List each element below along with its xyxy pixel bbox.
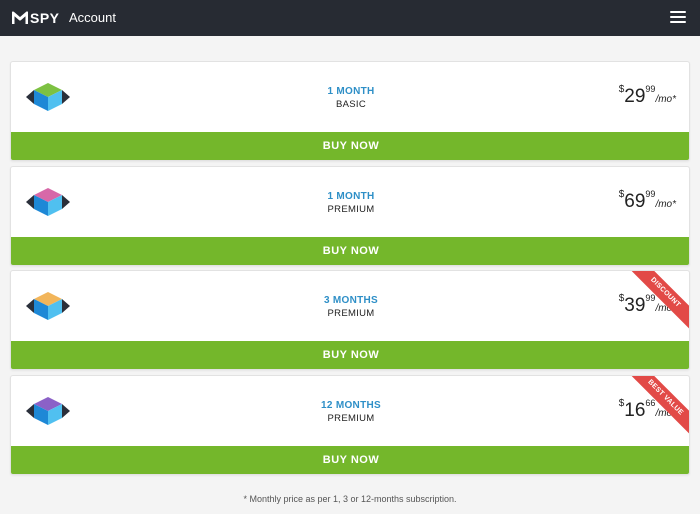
plan-tier: PREMIUM xyxy=(327,413,375,424)
plan-duration: 12 MONTHS xyxy=(321,400,381,411)
plan-duration: 1 MONTH xyxy=(327,191,375,202)
price-whole: 39 xyxy=(624,295,646,316)
buy-now-button[interactable]: BUY NOW xyxy=(11,132,689,160)
pricing-footnote: * Monthly price as per 1, 3 or 12-months… xyxy=(243,494,457,504)
price-period: /mo* xyxy=(655,94,676,105)
plan-duration: 3 MONTHS xyxy=(323,295,379,306)
plan-card-1-month-basic: 1 MONTH BASIC $2999/mo* BUY NOW xyxy=(10,61,690,161)
plan-card-3-months-premium: 3 MONTHS PREMIUM $3999/mo* DISCOUNT BUY … xyxy=(10,270,690,370)
top-bar: SPY Account xyxy=(0,0,700,36)
cube-icon xyxy=(26,188,70,216)
plan-price: $2999/mo* xyxy=(619,84,676,108)
cube-icon xyxy=(26,292,70,320)
price-cents: 99 xyxy=(645,293,656,303)
price-whole: 29 xyxy=(624,86,646,107)
buy-now-button[interactable]: BUY NOW xyxy=(11,237,689,265)
page-title: Account xyxy=(69,10,116,25)
plan-tier: PREMIUM xyxy=(327,308,375,319)
plan-price: $6999/mo* xyxy=(619,189,676,213)
price-period: /mo* xyxy=(655,199,676,210)
price-cents: 99 xyxy=(645,189,656,199)
plan-tier: BASIC xyxy=(335,99,366,110)
buy-now-button[interactable]: BUY NOW xyxy=(11,446,689,474)
price-cents: 66 xyxy=(645,398,656,408)
plan-tier: PREMIUM xyxy=(327,204,375,215)
mspy-logo[interactable]: SPY xyxy=(12,9,60,27)
logo-text: SPY xyxy=(30,10,60,26)
plan-card-1-month-premium: 1 MONTH PREMIUM $6999/mo* BUY NOW xyxy=(10,166,690,266)
price-whole: 69 xyxy=(624,191,646,212)
hamburger-menu-icon[interactable] xyxy=(670,11,686,24)
price-whole: 16 xyxy=(624,400,646,421)
buy-now-button[interactable]: BUY NOW xyxy=(11,341,689,369)
cube-icon xyxy=(26,397,70,425)
plan-duration: 1 MONTH xyxy=(327,86,375,97)
plan-card-12-months-premium: 12 MONTHS PREMIUM $1666/mo* BEST VALUE B… xyxy=(10,375,690,475)
price-cents: 99 xyxy=(645,84,656,94)
cube-icon xyxy=(26,83,70,111)
m-logo-icon xyxy=(12,11,28,24)
